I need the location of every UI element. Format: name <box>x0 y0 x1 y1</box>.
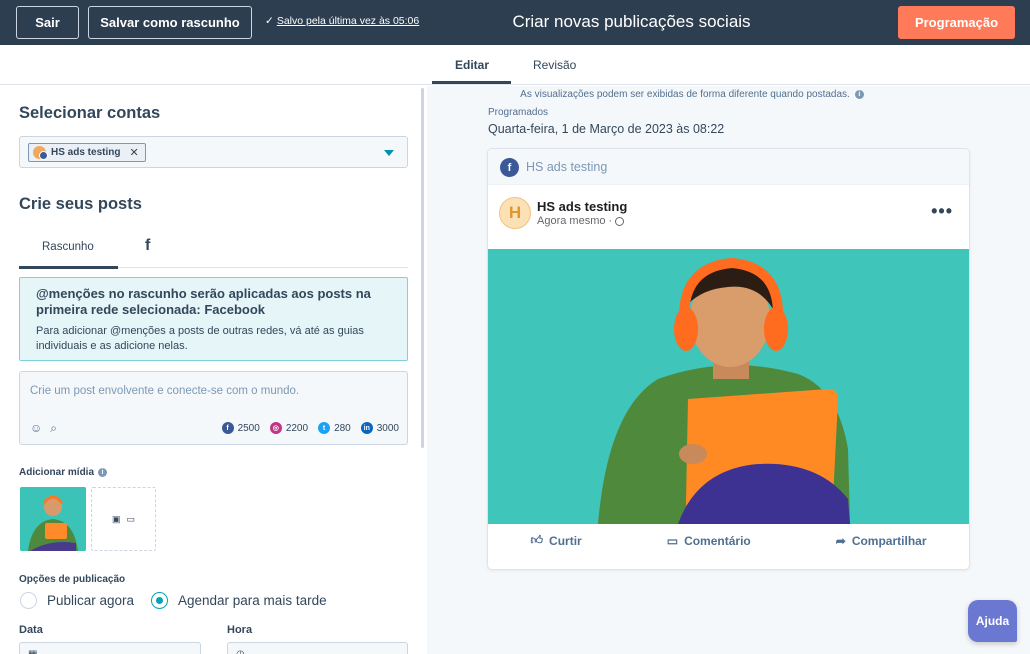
radio-schedule-later[interactable] <box>151 592 168 609</box>
remove-chip-icon[interactable]: ✕ <box>129 146 138 159</box>
composer-tools: ☺ ⌕ <box>30 421 57 436</box>
facebook-icon: f <box>500 158 519 177</box>
preview-card-header: f HS ads testing <box>488 149 969 185</box>
select-accounts-title: Selecionar contas <box>19 104 161 122</box>
comment-icon: ▭ <box>666 533 679 548</box>
comment-label: Comentário <box>684 533 751 548</box>
scheduled-date: Quarta-feira, 1 de Março de 2023 às 08:2… <box>488 122 725 136</box>
save-draft-button[interactable]: Salvar como rascunho <box>88 6 252 39</box>
post-preview-card: f HS ads testing H HS ads testing Agora … <box>487 148 970 570</box>
exit-button[interactable]: Sair <box>16 6 79 39</box>
post-image <box>488 249 969 524</box>
radio-publish-now[interactable] <box>20 592 37 609</box>
account-chip-label: HS ads testing <box>51 147 121 158</box>
clock-icon: ◷ <box>236 649 245 654</box>
info-icon[interactable]: i <box>854 90 864 99</box>
post-author: HS ads testing <box>537 199 628 214</box>
editor-panel <box>0 86 425 654</box>
check-icon: ✓ <box>265 15 274 27</box>
account-chip: HS ads testing ✕ <box>28 143 146 162</box>
preview-note: As visualizações podem ser exibidas de f… <box>427 89 957 100</box>
add-media-text: Adicionar mídia <box>19 467 95 478</box>
video-icon[interactable]: ▭ <box>127 514 136 525</box>
character-counts: f 2500 ◎ 2200 t 280 in 3000 <box>221 422 399 434</box>
date-field[interactable]: ▦ <box>19 642 201 654</box>
schedule-later-option[interactable]: Agendar para mais tarde <box>151 592 327 609</box>
more-options-icon[interactable]: ••• <box>931 201 953 222</box>
active-subtab-indicator <box>19 266 118 269</box>
facebook-icon: f <box>221 422 234 434</box>
schedule-later-text: Agendar para mais tarde <box>178 593 327 608</box>
alert-title: @menções no rascunho serão aplicadas aos… <box>36 286 371 317</box>
post-timestamp: Agora mesmo · <box>537 215 625 227</box>
subtab-facebook-icon[interactable]: f <box>145 237 150 255</box>
count-value: 2200 <box>285 422 309 434</box>
person-laptop-illustration <box>488 249 969 524</box>
accounts-select[interactable]: HS ads testing ✕ <box>19 136 408 168</box>
count-value: 2500 <box>237 422 260 434</box>
post-time-text: Agora mesmo · <box>537 215 613 227</box>
count-instagram: ◎ 2200 <box>269 422 309 434</box>
scheduled-label: Programados <box>488 107 549 118</box>
emoji-icon[interactable]: ☺ <box>30 421 42 436</box>
media-thumbnail[interactable] <box>20 487 86 551</box>
globe-icon <box>615 216 625 226</box>
publish-now-text: Publicar agora <box>47 593 135 608</box>
time-field[interactable]: ◷ <box>227 642 408 654</box>
account-avatar-icon <box>33 146 48 160</box>
tab-edit[interactable]: Editar <box>455 58 489 72</box>
linkedin-icon: in <box>360 422 373 434</box>
post-composer[interactable]: Crie um post envolvente e conecte-se com… <box>19 371 408 445</box>
twitter-icon: t <box>318 422 331 434</box>
calendar-icon: ▦ <box>28 649 37 654</box>
subtab-draft[interactable]: Rascunho <box>42 241 94 253</box>
top-bar: Sair Salvar como rascunho ✓ Salvo pela ú… <box>0 0 1030 45</box>
thumbs-up-icon: 👍︎ <box>530 533 544 547</box>
tab-bar: Editar Revisão <box>0 45 1030 85</box>
composer-placeholder: Crie um post envolvente e conecte-se com… <box>30 385 300 397</box>
date-label: Data <box>19 624 43 636</box>
editor-scrollbar[interactable] <box>421 88 424 448</box>
share-button[interactable]: ➦ Compartilhar <box>836 533 927 548</box>
create-posts-title: Crie seus posts <box>19 195 142 213</box>
like-button[interactable]: 👍︎ Curtir <box>531 533 582 548</box>
comment-button[interactable]: ▭ Comentário <box>667 533 751 548</box>
mentions-alert: @menções no rascunho serão aplicadas aos… <box>19 277 408 361</box>
count-facebook: f 2500 <box>221 422 260 434</box>
person-laptop-thumbnail-icon <box>20 487 86 551</box>
publish-now-option[interactable]: Publicar agora <box>20 592 134 609</box>
publish-options-label: Opções de publicação <box>19 574 126 585</box>
post-actions: 👍︎ Curtir ▭ Comentário ➦ Compartilhar <box>488 533 969 548</box>
preview-account-name: HS ads testing <box>526 160 608 174</box>
saved-status[interactable]: ✓ Salvo pela última vez às 05:06 <box>265 15 419 27</box>
like-label: Curtir <box>549 533 582 548</box>
count-value: 280 <box>334 422 351 434</box>
help-button[interactable]: Ajuda <box>968 600 1017 642</box>
share-icon: ➦ <box>835 533 846 548</box>
preview-note-text: As visualizações podem ser exibidas de f… <box>520 89 850 100</box>
count-linkedin: in 3000 <box>360 422 399 434</box>
tab-review[interactable]: Revisão <box>533 58 576 72</box>
count-value: 3000 <box>376 422 399 434</box>
count-twitter: t 280 <box>318 422 351 434</box>
attachment-icon[interactable]: ⌕ <box>50 421 57 436</box>
share-label: Compartilhar <box>851 533 927 548</box>
active-tab-indicator <box>432 81 511 84</box>
instagram-icon: ◎ <box>269 422 282 434</box>
chevron-down-icon[interactable] <box>384 150 394 156</box>
avatar: H <box>499 197 531 229</box>
time-label: Hora <box>227 624 253 636</box>
schedule-button[interactable]: Programação <box>898 6 1015 39</box>
alert-body: Para adicionar @menções a posts de outra… <box>36 325 364 352</box>
info-icon[interactable]: i <box>98 468 108 477</box>
add-media-label: Adicionar mídia i <box>19 467 108 478</box>
add-media-box[interactable]: ▣ ▭ <box>91 487 156 551</box>
image-icon[interactable]: ▣ <box>112 514 121 525</box>
saved-status-text: Salvo pela última vez às 05:06 <box>276 15 420 27</box>
